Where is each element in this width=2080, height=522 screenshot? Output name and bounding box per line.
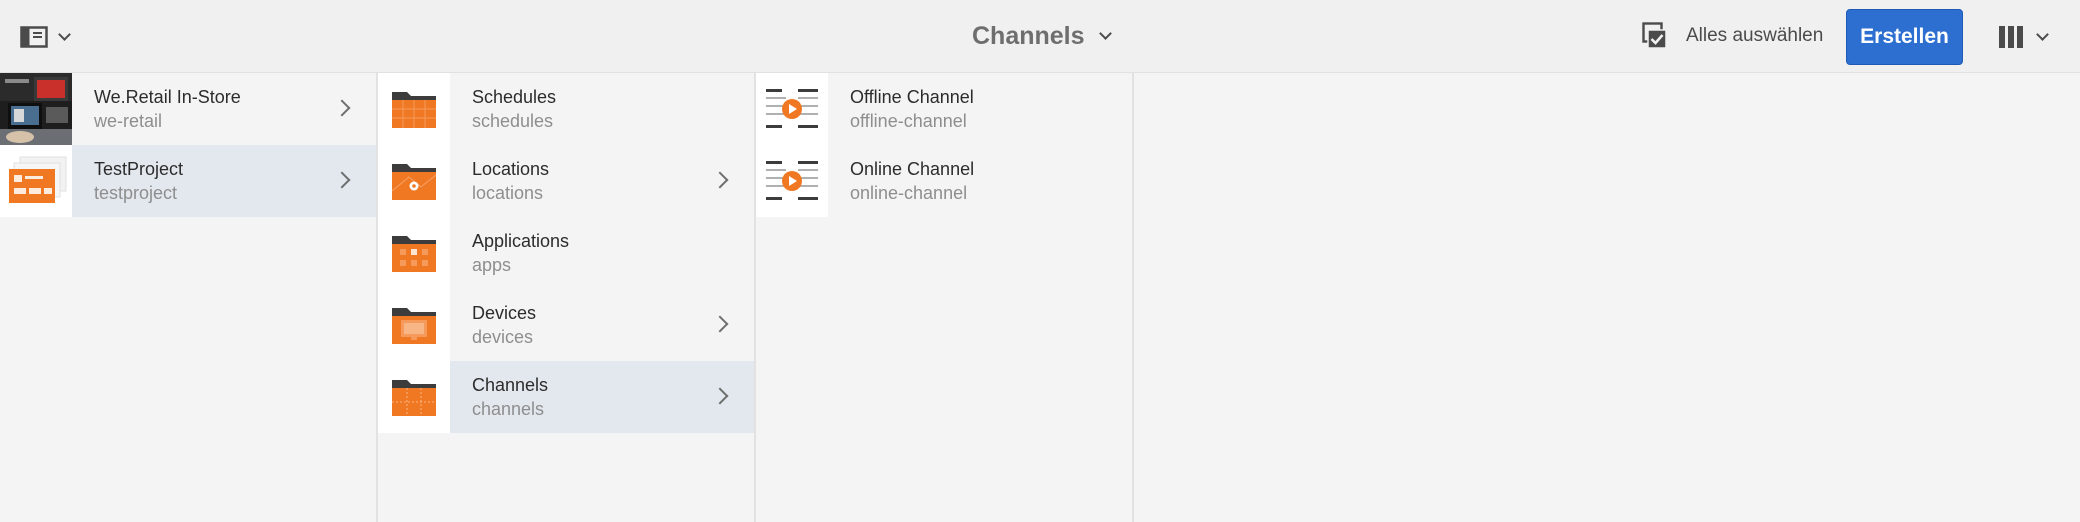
chevron-right-icon [333, 171, 351, 189]
chevron-right-icon [711, 171, 729, 189]
list-item-applications[interactable]: Applications apps [378, 217, 754, 289]
column-view-icon [1999, 26, 2023, 48]
list-item-offline-channel[interactable]: Offline Channel offline-channel [756, 73, 1132, 145]
select-all-icon [1642, 22, 1667, 49]
list-item-schedules[interactable]: Schedules schedules [378, 73, 754, 145]
folder-schedules-icon [392, 92, 436, 128]
list-item-online-channel[interactable]: Online Channel online-channel [756, 145, 1132, 217]
item-subtitle: offline-channel [850, 110, 967, 131]
miller-column-2: Schedules schedules Locations locations [378, 73, 756, 522]
chevron-down-icon [58, 28, 71, 41]
folder-applications-icon [392, 236, 436, 272]
page-title: Channels [972, 21, 1085, 50]
item-title: Offline Channel [850, 86, 974, 107]
item-subtitle: schedules [472, 110, 554, 131]
breadcrumb-title-dropdown[interactable]: Channels [972, 18, 1112, 54]
chevron-right-icon [711, 315, 729, 333]
item-subtitle: devices [472, 326, 534, 347]
miller-column-1: We.Retail In-Store we-retail TestProject… [0, 73, 378, 522]
testproject-thumbnail [0, 145, 72, 217]
select-all-button[interactable]: Alles auswählen [1642, 20, 1823, 52]
item-title: Online Channel [850, 158, 975, 179]
action-bar: Channels Alles auswählen Erstellen [0, 0, 2080, 73]
item-title: Applications [472, 230, 570, 251]
we-retail-thumbnail [0, 73, 72, 145]
chevron-right-icon [711, 387, 729, 405]
item-subtitle: testproject [94, 182, 178, 203]
list-item-testproject[interactable]: TestProject testproject [0, 145, 376, 217]
item-subtitle: we-retail [94, 110, 163, 131]
miller-column-3: Offline Channel offline-channel Online C… [756, 73, 1134, 522]
select-all-label: Alles auswählen [1686, 25, 1824, 46]
create-button[interactable]: Erstellen [1846, 9, 1963, 65]
item-subtitle: locations [472, 182, 544, 203]
channel-icon [766, 89, 818, 128]
item-title: Locations [472, 158, 550, 179]
folder-locations-icon [391, 164, 437, 200]
list-item-devices[interactable]: Devices devices [378, 289, 754, 361]
folder-devices-icon [392, 308, 436, 344]
item-subtitle: apps [472, 254, 512, 275]
item-subtitle: channels [472, 398, 545, 419]
channel-icon [766, 161, 818, 200]
list-item-channels[interactable]: Channels channels [378, 361, 754, 433]
item-title: Channels [472, 374, 549, 395]
item-title: Schedules [472, 86, 557, 107]
sidebar-panel-icon [20, 26, 48, 48]
view-switcher[interactable] [1998, 23, 2049, 51]
chevron-right-icon [333, 99, 351, 117]
chevron-down-icon [1098, 27, 1112, 40]
item-title: TestProject [94, 158, 184, 179]
item-title: We.Retail In-Store [94, 86, 241, 107]
list-item-we-retail[interactable]: We.Retail In-Store we-retail [0, 73, 376, 145]
rail-toggle-button[interactable] [20, 23, 71, 51]
list-item-locations[interactable]: Locations locations [378, 145, 754, 217]
item-title: Devices [472, 302, 537, 323]
folder-channels-icon [392, 380, 436, 416]
chevron-down-icon [2036, 28, 2049, 41]
item-subtitle: online-channel [850, 182, 968, 203]
